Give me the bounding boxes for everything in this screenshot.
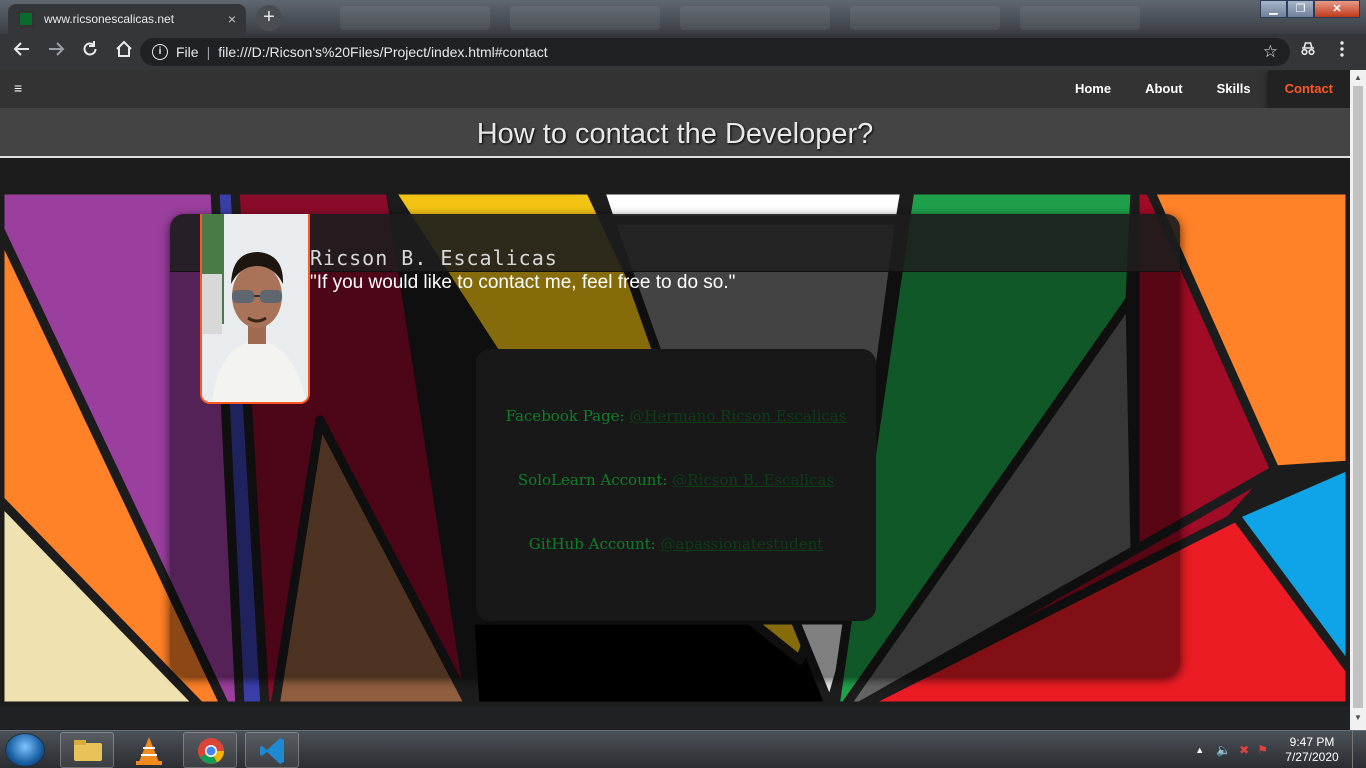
github-link[interactable]: @apassionatestudent — [661, 535, 824, 553]
forward-button[interactable] — [40, 36, 72, 68]
chrome-icon — [198, 738, 224, 764]
kebab-menu-icon — [1340, 41, 1344, 57]
background-tab — [1020, 6, 1140, 30]
show-hidden-icons-icon[interactable]: ▲ — [1195, 745, 1204, 755]
site-favicon-icon — [18, 11, 34, 27]
tab-close-icon[interactable]: × — [228, 11, 236, 27]
clock-time: 9:47 PM — [1289, 735, 1335, 749]
nav-link-skills[interactable]: Skills — [1200, 70, 1268, 108]
vlc-cone-icon — [136, 737, 162, 765]
back-button[interactable] — [6, 36, 38, 68]
site-info-icon[interactable]: i — [152, 44, 168, 60]
toolbar-right-buttons — [1290, 36, 1358, 68]
contact-row-facebook: Facebook Page: @Hermano Ricson Escalicas — [476, 407, 876, 425]
browser-tabstrip: www.ricsonescalicas.net × + ▁ ❐ ✕ — [0, 0, 1366, 34]
system-clock[interactable]: 9:47 PM 7/27/2020 — [1276, 735, 1348, 765]
contact-row-github: GitHub Account: @apassionatestudent — [476, 535, 876, 553]
network-error-icon[interactable]: ✖ — [1239, 743, 1249, 757]
scroll-down-arrow-icon[interactable]: ▼ — [1350, 711, 1366, 725]
window-controls: ▁ ❐ ✕ — [1260, 0, 1360, 20]
background-tab — [850, 6, 1000, 30]
system-tray: ▲ 🔈 ✖ ⚑ 9:47 PM 7/27/2020 — [1195, 731, 1366, 768]
reload-icon — [83, 41, 97, 56]
windows-taskbar: ▲ 🔈 ✖ ⚑ 9:47 PM 7/27/2020 — [0, 730, 1366, 768]
contact-row-sololearn: SoloLearn Account: @Ricson B. Escalicas — [476, 471, 876, 489]
taskbar-vlc[interactable] — [122, 732, 176, 768]
hamburger-menu-icon[interactable]: ≡ — [14, 80, 22, 96]
person-portrait-icon — [202, 214, 308, 402]
contact-label: GitHub Account: — [528, 535, 656, 553]
address-separator: | — [206, 44, 211, 60]
reload-button[interactable] — [74, 36, 106, 68]
close-window-button[interactable]: ✕ — [1314, 0, 1360, 18]
browser-toolbar: i File | file:///D:/Ricson's%20Files/Pro… — [0, 34, 1366, 70]
facebook-link[interactable]: @Hermano Ricson Escalicas — [629, 407, 846, 425]
site-navbar: ≡ Home About Skills Contact — [0, 70, 1350, 108]
browser-menu-button[interactable] — [1326, 36, 1358, 68]
background-tab — [510, 6, 660, 30]
bookmark-star-icon[interactable]: ☆ — [1263, 42, 1278, 62]
taskbar-vscode[interactable] — [245, 732, 299, 768]
profile-card: Ricson B. Escalicas "If you would like t… — [170, 214, 1180, 676]
action-center-icon[interactable]: ⚑ — [1257, 743, 1268, 757]
contact-label: SoloLearn Account: — [517, 471, 668, 489]
speaker-icon[interactable]: 🔈 — [1216, 743, 1231, 757]
start-button[interactable] — [5, 733, 45, 767]
clock-date: 7/27/2020 — [1285, 750, 1339, 764]
nav-link-about[interactable]: About — [1128, 70, 1200, 108]
background-tab — [340, 6, 490, 30]
home-icon — [116, 40, 132, 57]
folder-icon — [74, 740, 102, 761]
taskbar-file-explorer[interactable] — [60, 732, 114, 768]
web-page: ≡ Home About Skills Contact How to conta… — [0, 70, 1350, 706]
page-title: How to contact the Developer? — [476, 118, 874, 150]
home-button[interactable] — [108, 36, 140, 68]
scroll-up-arrow-icon[interactable]: ▲ — [1350, 71, 1366, 85]
incognito-icon — [1301, 42, 1315, 56]
nav-link-contact[interactable]: Contact — [1267, 70, 1350, 108]
taskbar-chrome[interactable] — [183, 732, 237, 768]
contact-label: Facebook Page: — [505, 407, 625, 425]
back-arrow-icon — [13, 42, 29, 56]
nav-link-home[interactable]: Home — [1058, 70, 1128, 108]
page-scrollbar[interactable]: ▲ ▼ — [1350, 70, 1366, 730]
contact-box: Facebook Page: @Hermano Ricson Escalicas… — [476, 349, 876, 621]
minimize-button[interactable]: ▁ — [1260, 0, 1287, 18]
vscode-icon — [260, 738, 284, 764]
address-url: file:///D:/Ricson's%20Files/Project/inde… — [218, 44, 548, 60]
background-tab — [680, 6, 830, 30]
section-header: How to contact the Developer? — [0, 108, 1350, 158]
new-tab-button[interactable]: + — [256, 5, 282, 31]
forward-arrow-icon — [49, 42, 65, 56]
maximize-button[interactable]: ❐ — [1287, 0, 1314, 18]
nav-links: Home About Skills Contact — [1058, 70, 1350, 108]
profile-quote: "If you would like to contact me, feel f… — [310, 272, 736, 293]
address-prefix: File — [176, 44, 199, 60]
address-bar[interactable]: i File | file:///D:/Ricson's%20Files/Pro… — [140, 38, 1290, 66]
profile-photo — [200, 214, 310, 404]
tab-title: www.ricsonescalicas.net — [44, 12, 175, 26]
incognito-button[interactable] — [1292, 36, 1324, 68]
profile-name: Ricson B. Escalicas — [310, 246, 558, 270]
show-desktop-button[interactable] — [1352, 731, 1366, 768]
browser-tab-active[interactable]: www.ricsonescalicas.net × — [8, 4, 246, 34]
sololearn-link[interactable]: @Ricson B. Escalicas — [672, 471, 834, 489]
scrollbar-thumb[interactable] — [1353, 86, 1363, 708]
